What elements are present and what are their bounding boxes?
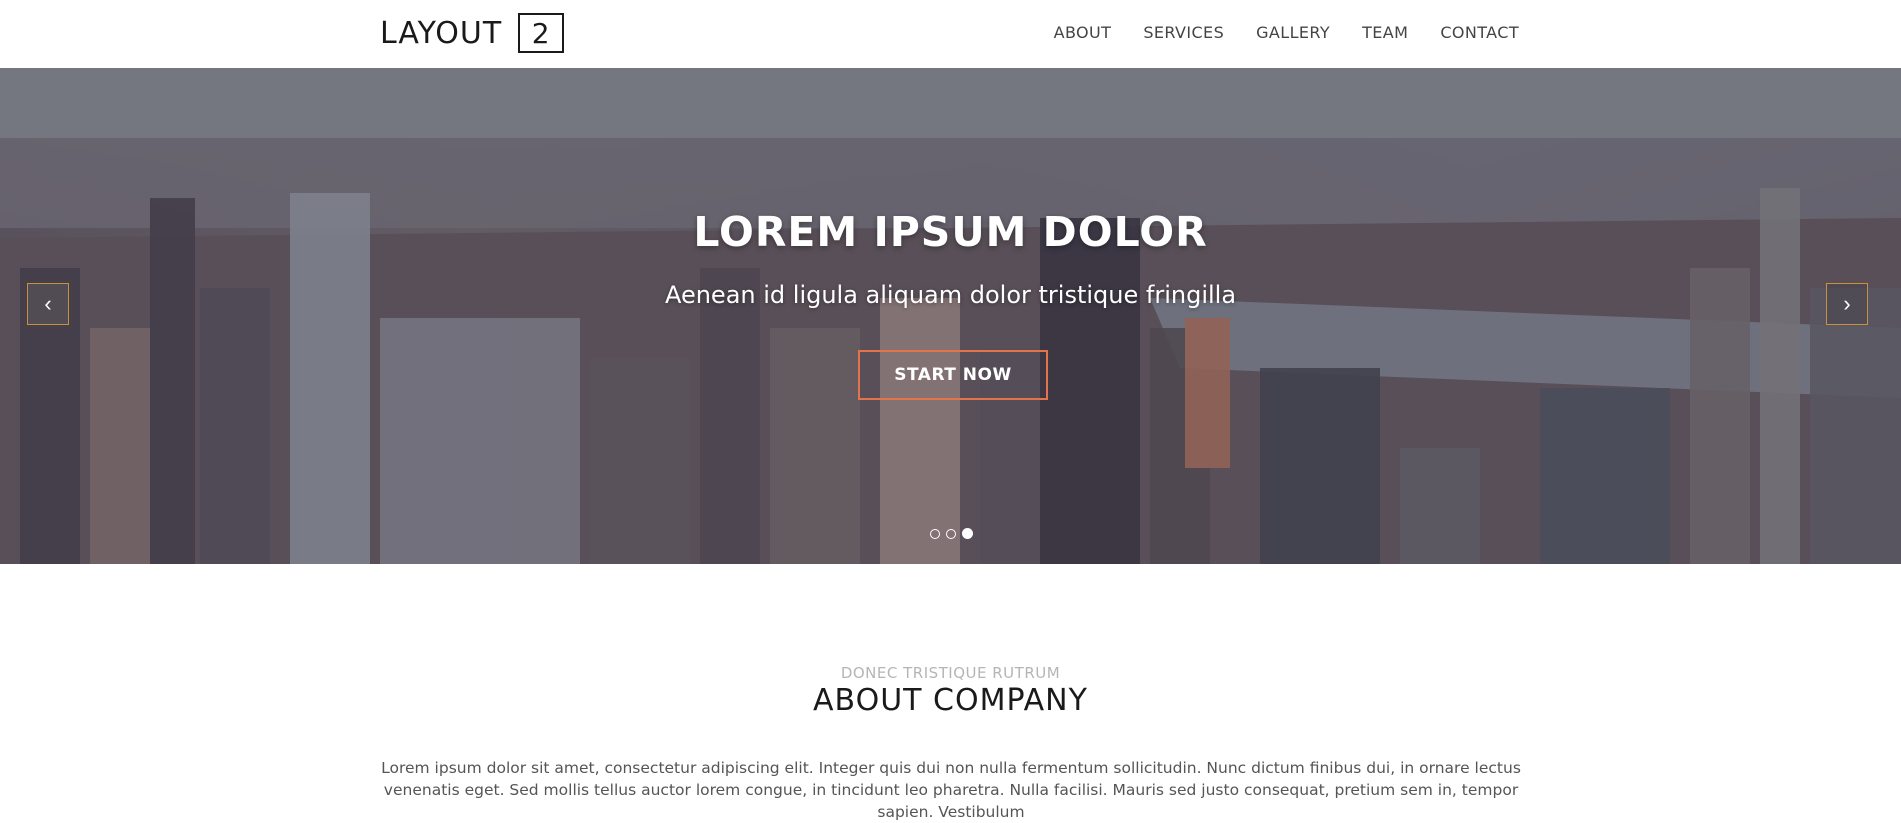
chevron-right-icon: › xyxy=(1843,291,1851,316)
slider-dot-2[interactable] xyxy=(946,528,956,539)
nav-team[interactable]: TEAM xyxy=(1362,23,1408,42)
about-body-text: Lorem ipsum dolor sit amet, consectetur … xyxy=(381,759,1521,821)
slider-dots xyxy=(930,528,973,539)
hero-slider: LOREM IPSUM DOLOR Aenean id ligula aliqu… xyxy=(0,68,1901,564)
logo-text: LAYOUT xyxy=(380,15,503,51)
site-header: LAYOUT 2 ABOUT SERVICES GALLERY TEAM CON… xyxy=(0,0,1901,68)
nav-contact[interactable]: CONTACT xyxy=(1440,23,1519,42)
about-eyebrow: DONEC TRISTIQUE RUTRUM xyxy=(840,664,1061,682)
logo-number-box: 2 xyxy=(518,13,565,53)
nav-about[interactable]: ABOUT xyxy=(1054,23,1112,42)
hero-title: LOREM IPSUM DOLOR xyxy=(693,208,1208,256)
slider-dot-1[interactable] xyxy=(930,528,940,539)
about-title: ABOUT COMPANY xyxy=(813,683,1088,718)
slider-dot-3[interactable] xyxy=(962,528,973,539)
nav-gallery[interactable]: GALLERY xyxy=(1256,23,1330,42)
slider-prev-button[interactable]: ‹ xyxy=(27,283,69,325)
nav-services[interactable]: SERVICES xyxy=(1143,23,1224,42)
hero-subtitle: Aenean id ligula aliquam dolor tristique… xyxy=(664,281,1237,309)
hero-overlay xyxy=(0,68,1901,564)
main-nav: ABOUT SERVICES GALLERY TEAM CONTACT xyxy=(1054,23,1519,42)
chevron-left-icon: ‹ xyxy=(44,291,52,316)
logo[interactable]: LAYOUT 2 xyxy=(380,13,565,53)
start-now-button[interactable]: START NOW xyxy=(858,350,1048,400)
slider-next-button[interactable]: › xyxy=(1826,283,1868,325)
